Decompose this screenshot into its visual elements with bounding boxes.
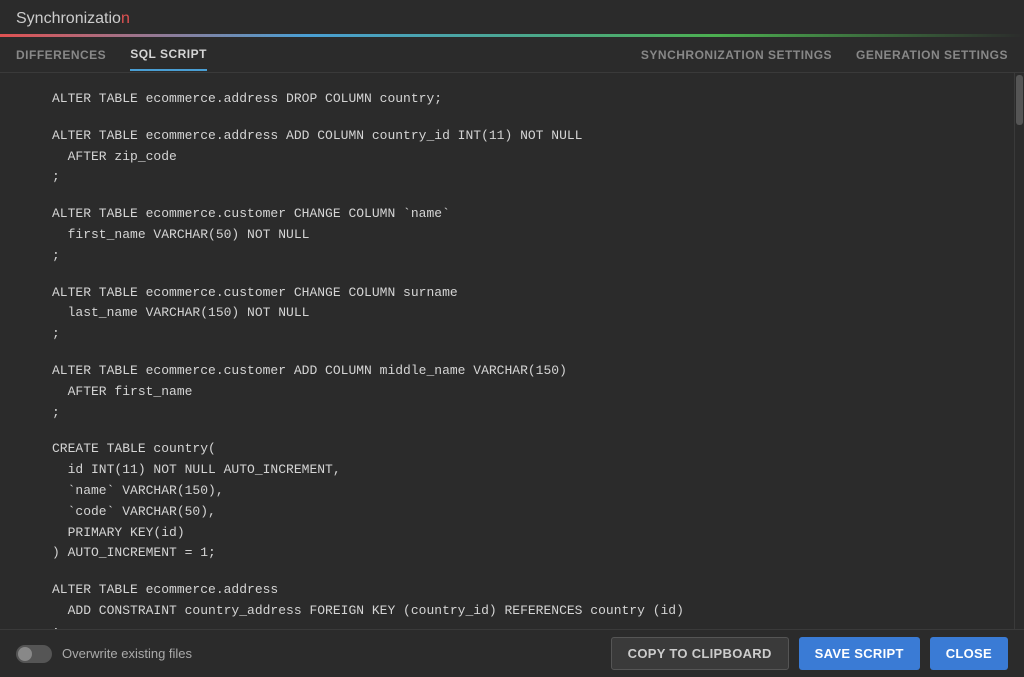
code-block-5: ALTER TABLE ecommerce.customer ADD COLUM… [0, 353, 1014, 431]
tab-gen-settings[interactable]: GENERATION SETTINGS [856, 48, 1008, 62]
footer: Overwrite existing files COPY TO CLIPBOA… [0, 629, 1024, 677]
scrollbar-track[interactable] [1014, 73, 1024, 629]
footer-left: Overwrite existing files [16, 645, 192, 663]
save-script-button[interactable]: SAVE SCRIPT [799, 637, 920, 670]
code-block-7: ALTER TABLE ecommerce.address ADD CONSTR… [0, 572, 1014, 629]
footer-right: COPY TO CLIPBOARD SAVE SCRIPT CLOSE [611, 637, 1008, 670]
tab-bar: DIFFERENCES SQL SCRIPT SYNCHRONIZATION S… [0, 37, 1024, 73]
toggle-knob [18, 647, 32, 661]
title-bar: Synchronization [0, 0, 1024, 28]
code-block-3: ALTER TABLE ecommerce.customer CHANGE CO… [0, 196, 1014, 274]
main-content: ALTER TABLE ecommerce.address DROP COLUM… [0, 73, 1024, 629]
tab-right-group: SYNCHRONIZATION SETTINGS GENERATION SETT… [641, 48, 1008, 62]
tab-sql-script[interactable]: SQL SCRIPT [130, 39, 207, 71]
code-block-2: ALTER TABLE ecommerce.address ADD COLUMN… [0, 118, 1014, 196]
scrollbar-thumb[interactable] [1016, 75, 1023, 125]
overwrite-toggle[interactable] [16, 645, 52, 663]
code-block-6: CREATE TABLE country( id INT(11) NOT NUL… [0, 431, 1014, 572]
tab-left-group: DIFFERENCES SQL SCRIPT [16, 39, 641, 71]
tab-differences[interactable]: DIFFERENCES [16, 40, 106, 70]
code-block-1: ALTER TABLE ecommerce.address DROP COLUM… [0, 81, 1014, 118]
overwrite-label: Overwrite existing files [62, 646, 192, 661]
code-area[interactable]: ALTER TABLE ecommerce.address DROP COLUM… [0, 73, 1014, 629]
code-block-4: ALTER TABLE ecommerce.customer CHANGE CO… [0, 275, 1014, 353]
app-title: Synchronization [16, 10, 130, 28]
close-button[interactable]: CLOSE [930, 637, 1008, 670]
copy-clipboard-button[interactable]: COPY TO CLIPBOARD [611, 637, 789, 670]
tab-sync-settings[interactable]: SYNCHRONIZATION SETTINGS [641, 48, 832, 62]
